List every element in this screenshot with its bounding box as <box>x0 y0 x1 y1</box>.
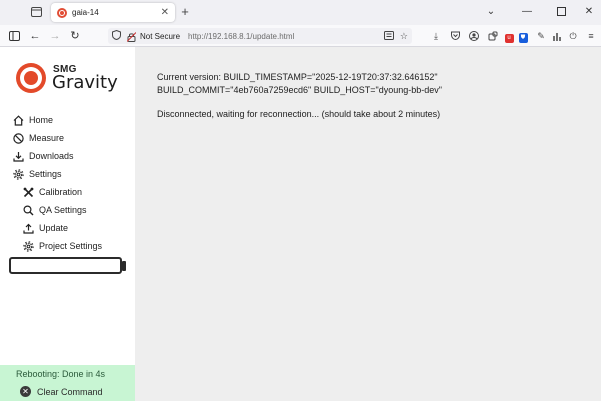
smg-gravity-logo[interactable]: SMG Gravity <box>16 61 126 97</box>
app-menu-icon[interactable]: ≡ <box>584 28 598 44</box>
tab-close-icon[interactable]: ✕ <box>161 7 169 18</box>
sidebar-item-home[interactable]: Home <box>0 111 135 129</box>
power-icon[interactable]: ⏻ <box>566 28 580 44</box>
url-text[interactable]: http://192.168.8.1/update.html <box>188 32 378 41</box>
minimize-icon[interactable]: — <box>518 4 536 20</box>
reload-icon[interactable]: ↻ <box>67 28 83 44</box>
current-version-text: Current version: BUILD_TIMESTAMP="2025-1… <box>157 72 442 95</box>
chart-extension-icon[interactable] <box>550 28 564 44</box>
clear-command-label: Clear Command <box>37 386 103 397</box>
home-icon <box>12 114 24 126</box>
tab-overview-icon[interactable] <box>27 4 45 20</box>
sidebar-item-label: Update <box>39 223 69 233</box>
window-close-icon[interactable]: ✕ <box>580 4 598 20</box>
tools-icon <box>22 186 34 198</box>
downloads-icon[interactable]: ⤓ <box>429 28 443 44</box>
status-panel: Rebooting: Done in 4s ✕ Clear Command <box>0 365 135 401</box>
upload-icon <box>22 222 34 234</box>
sidebar-item-measure[interactable]: Measure <box>0 129 135 147</box>
tracking-shield-icon[interactable] <box>112 29 121 42</box>
close-circle-icon: ✕ <box>20 386 31 397</box>
sidebar-item-calibration[interactable]: Calibration <box>0 183 135 201</box>
bitwarden-extension-icon[interactable]: ⛊ <box>516 28 530 44</box>
back-arrow-icon[interactable]: ← <box>27 28 43 44</box>
gear-icon <box>22 240 34 252</box>
tab-title: gaia-14 <box>72 8 99 17</box>
gear-icon <box>12 168 24 180</box>
command-input[interactable] <box>9 257 122 274</box>
battery-terminal-icon <box>122 261 126 271</box>
account-icon[interactable] <box>467 28 481 44</box>
search-icon <box>22 204 34 216</box>
reboot-status-text: Rebooting: Done in 4s <box>16 369 106 379</box>
sidebar-item-label: Downloads <box>29 151 74 161</box>
download-icon <box>12 150 24 162</box>
sidebar-item-settings[interactable]: Settings <box>0 165 135 183</box>
address-bar[interactable]: Not Secure http://192.168.8.1/update.htm… <box>108 28 412 44</box>
edit-extension-icon[interactable]: ✎ <box>534 28 548 44</box>
tab-list-chevron-icon[interactable]: ⌄ <box>482 4 500 20</box>
sidebar-item-label: Project Settings <box>39 241 103 251</box>
bookmark-star-icon[interactable]: ☆ <box>400 31 408 42</box>
forward-arrow-icon[interactable]: → <box>47 28 63 44</box>
not-secure-label[interactable]: Not Secure <box>140 32 180 41</box>
sidebar-item-label: Calibration <box>39 187 83 197</box>
app-sidebar: SMG Gravity Home Measure Downloads Setti… <box>0 47 135 401</box>
sidebar-item-project-settings[interactable]: Project Settings <box>0 237 135 255</box>
maximize-icon[interactable] <box>552 4 570 20</box>
sidebar-item-label: QA Settings <box>39 205 87 215</box>
gravity-logo-icon <box>16 63 46 93</box>
clear-command-button[interactable]: ✕ Clear Command <box>20 385 103 398</box>
insecure-lock-icon[interactable] <box>126 31 137 42</box>
extensions-puzzle-icon[interactable] <box>486 28 500 44</box>
sidebar-item-label: Home <box>29 115 54 125</box>
browser-nav-bar: ← → ↻ Not Secure http://192.168.8.1/upda… <box>0 25 601 47</box>
new-tab-button[interactable]: + <box>178 4 192 20</box>
sidebar-item-qa-settings[interactable]: QA Settings <box>0 201 135 219</box>
web-page: SMG Gravity Home Measure Downloads Setti… <box>0 47 601 401</box>
main-content: Current version: BUILD_TIMESTAMP="2025-1… <box>135 47 601 401</box>
ublock-extension-icon[interactable]: u <box>502 28 516 44</box>
logo-name: Gravity <box>52 72 118 93</box>
sidebar-item-downloads[interactable]: Downloads <box>0 147 135 165</box>
site-favicon-icon <box>57 7 67 18</box>
browser-tab-active[interactable]: gaia-14 ✕ <box>51 3 175 22</box>
sidebar-item-label: Settings <box>29 169 62 179</box>
sidebar-item-update[interactable]: Update <box>0 219 135 237</box>
measure-icon <box>12 132 24 144</box>
pocket-icon[interactable] <box>448 28 462 44</box>
sidebar-menu: Home Measure Downloads Settings Calibrat… <box>0 111 135 255</box>
sidebar-item-label: Measure <box>29 133 65 143</box>
sidebar-toggle-icon[interactable] <box>6 28 22 44</box>
reconnect-status-text: Disconnected, waiting for reconnection..… <box>157 109 441 119</box>
browser-tab-bar: gaia-14 ✕ + ⌄ — ✕ <box>0 0 601 25</box>
reader-view-icon[interactable] <box>383 30 394 42</box>
